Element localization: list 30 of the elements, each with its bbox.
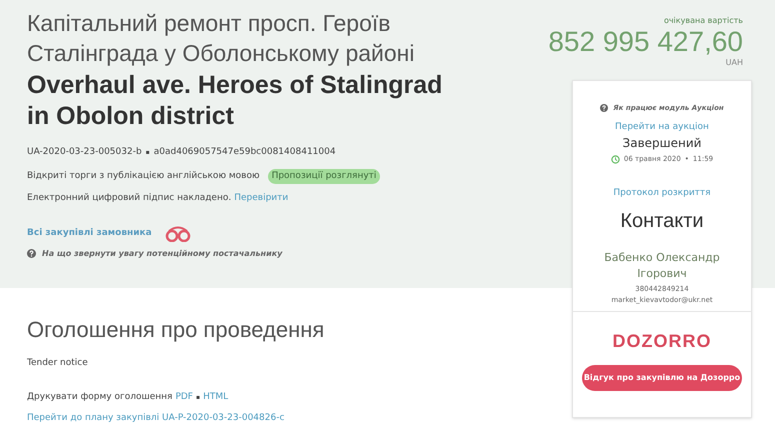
expected-value-amount: 852 995 427,60	[548, 27, 743, 57]
binoculars-icon	[164, 226, 192, 242]
auction-status: Завершений	[622, 135, 702, 152]
contacts-title: Контакти	[620, 209, 704, 234]
dozorro-logo: DOZORRO	[612, 330, 712, 353]
contact-name: Бабенко Олександр Ігорович	[603, 250, 721, 282]
procurement-plan-link[interactable]: Перейти до плану закупівлі UA-P-2020-03-23-004826-c	[27, 412, 324, 426]
pdf-link[interactable]: PDF	[175, 390, 193, 404]
dozorro-feedback-button[interactable]: Відгук про закупівлю на Дозорро	[582, 365, 742, 391]
help-icon	[27, 249, 36, 258]
status-badge: Пропозиції розглянуті	[268, 168, 380, 184]
customer-procurements-link[interactable]: Всі закупівлі замовника	[27, 226, 152, 240]
html-link[interactable]: HTML	[203, 390, 228, 404]
clock-icon	[610, 154, 620, 164]
supplier-hint[interactable]: На що звернути увагу потенційному постачальнику	[42, 248, 282, 260]
verify-link[interactable]: Перевірити	[234, 192, 288, 206]
notice-subtitle: Tender notice	[27, 357, 89, 370]
protocol-link[interactable]: Протокол розкриття	[613, 186, 711, 200]
tender-hash: a0ad4069057547e59bc0081408411004	[154, 146, 336, 159]
currency-label: UAH	[726, 57, 743, 69]
page-title-english: Overhaul ave. Heroes of Stalingrad in Obolon district	[27, 70, 444, 132]
go-to-auction-link[interactable]: Перейти на аукціон	[615, 120, 709, 134]
help-icon	[600, 104, 608, 112]
procedure-type: Відкриті торги з публікацією англійською мовою	[27, 170, 260, 182]
tender-id: UA-2020-03-23-005032-b	[27, 146, 142, 159]
expected-value-label: очікувана вартість	[664, 15, 743, 27]
signature-text: Електронний цифровий підпис накладено.	[27, 192, 232, 205]
print-form-label: Друкувати форму оголошення	[27, 390, 172, 404]
page-title: Капітальний ремонт просп. Героїв Сталінграда у Оболонському районі	[27, 9, 416, 68]
notice-title: Оголошення про проведення	[27, 316, 324, 344]
